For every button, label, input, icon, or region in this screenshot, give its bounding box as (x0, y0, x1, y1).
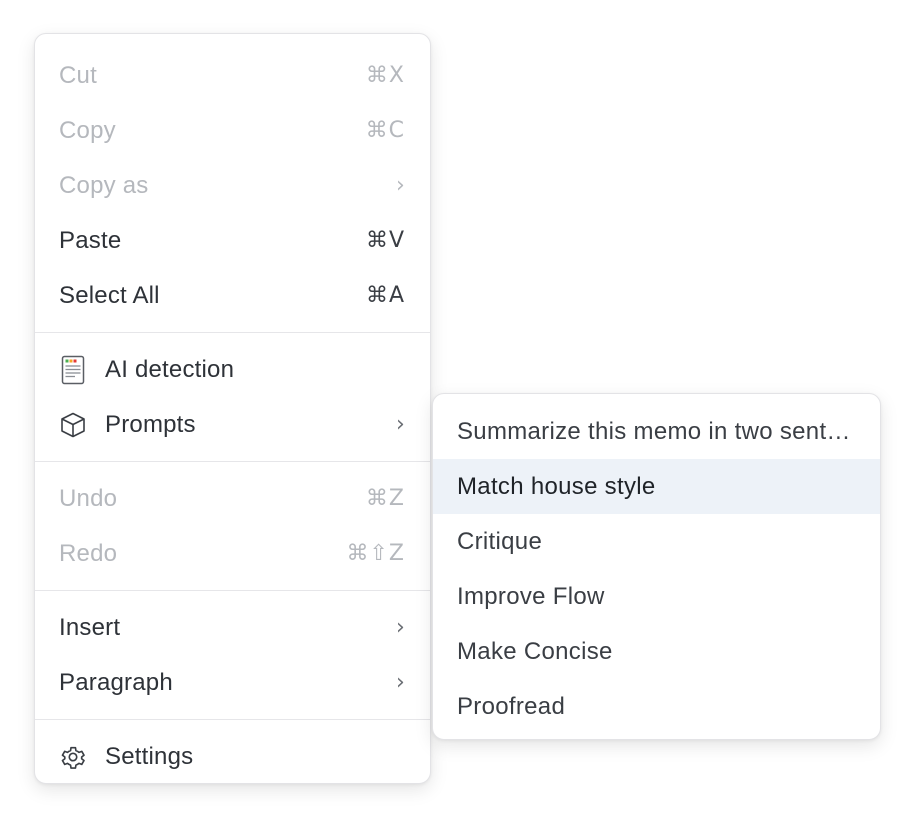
shortcut-label: ⌘X (365, 63, 405, 88)
chevron-right-icon: › (396, 615, 405, 640)
prompt-item-improve-flow[interactable]: Improve Flow (433, 569, 880, 624)
menu-divider (35, 461, 430, 462)
context-menu: Cut ⌘X Copy ⌘C Copy as › Paste ⌘V Select… (34, 33, 431, 784)
ai-detection-icon (59, 355, 87, 384)
menu-item-label: Cut (59, 61, 97, 89)
menu-item-label: Settings (105, 742, 194, 770)
shortcut-label: ⌘Z (365, 486, 405, 511)
menu-item-paragraph[interactable]: Paragraph › (35, 655, 430, 710)
shortcut-label: ⌘C (365, 118, 405, 143)
prompt-item-label: Match house style (457, 472, 656, 500)
menu-divider (35, 332, 430, 333)
menu-item-cut[interactable]: Cut ⌘X (35, 48, 430, 103)
menu-item-label: Copy as (59, 171, 149, 199)
prompt-item-label: Make Concise (457, 637, 613, 665)
menu-item-paste[interactable]: Paste ⌘V (35, 213, 430, 268)
menu-item-label: Copy (59, 116, 116, 144)
menu-divider (35, 590, 430, 591)
menu-item-label: Prompts (105, 410, 196, 438)
prompt-item-proofread[interactable]: Proofread (433, 679, 880, 734)
menu-item-prompts[interactable]: Prompts › (35, 397, 430, 452)
prompt-item-match-house-style[interactable]: Match house style (433, 459, 880, 514)
menu-item-label: Select All (59, 281, 160, 309)
menu-item-ai-detection[interactable]: AI detection (35, 342, 430, 397)
menu-item-select-all[interactable]: Select All ⌘A (35, 268, 430, 323)
shortcut-label: ⌘A (365, 283, 405, 308)
menu-item-label: Undo (59, 484, 118, 512)
prompt-item-label: Critique (457, 527, 543, 555)
menu-item-redo[interactable]: Redo ⌘⇧Z (35, 526, 430, 581)
menu-item-label: Insert (59, 613, 121, 641)
prompt-item-make-concise[interactable]: Make Concise (433, 624, 880, 679)
prompts-submenu: Summarize this memo in two sentences Mat… (432, 393, 881, 740)
menu-item-label: AI detection (105, 355, 235, 383)
gear-icon (59, 743, 87, 771)
chevron-right-icon: › (396, 173, 405, 198)
menu-item-label: Redo (59, 539, 118, 567)
menu-item-label: Paste (59, 226, 122, 254)
shortcut-label: ⌘⇧Z (346, 541, 405, 566)
prompt-item-label: Summarize this memo in two sentences (457, 417, 856, 445)
cube-icon (59, 411, 87, 439)
menu-item-copy[interactable]: Copy ⌘C (35, 103, 430, 158)
prompt-item-label: Improve Flow (457, 582, 605, 610)
menu-item-undo[interactable]: Undo ⌘Z (35, 471, 430, 526)
shortcut-label: ⌘V (365, 228, 405, 253)
menu-divider (35, 719, 430, 720)
menu-item-copy-as[interactable]: Copy as › (35, 158, 430, 213)
menu-item-insert[interactable]: Insert › (35, 600, 430, 655)
menu-item-settings[interactable]: Settings (35, 729, 430, 784)
prompt-item-summarize[interactable]: Summarize this memo in two sentences (433, 404, 880, 459)
prompt-item-critique[interactable]: Critique (433, 514, 880, 569)
menu-item-label: Paragraph (59, 668, 173, 696)
prompt-item-label: Proofread (457, 692, 566, 720)
chevron-right-icon: › (396, 412, 405, 437)
chevron-right-icon: › (396, 670, 405, 695)
